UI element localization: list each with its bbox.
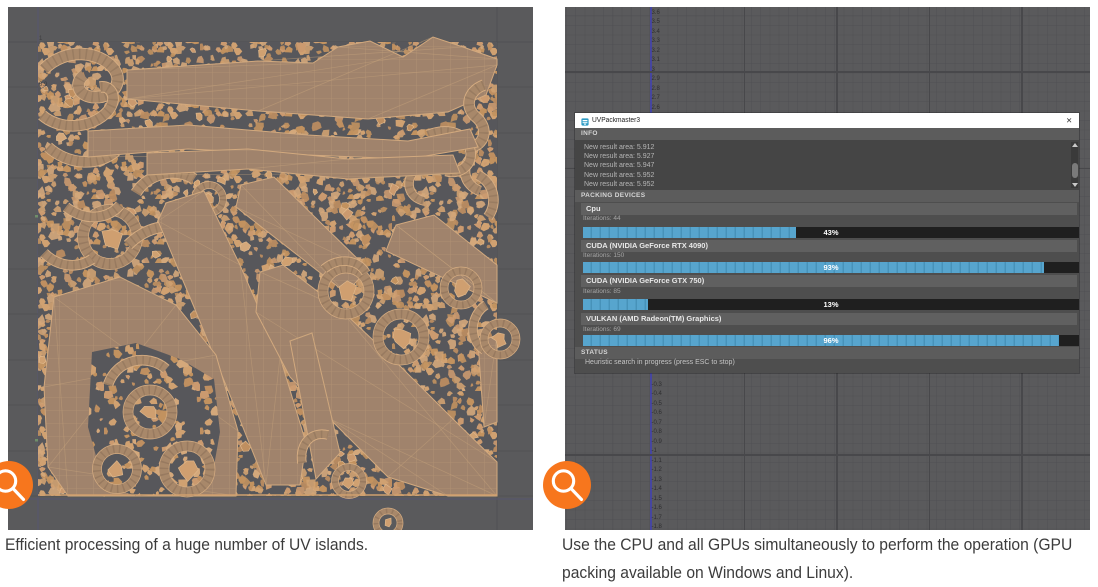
svg-text:0.9: 0.9 — [39, 82, 48, 88]
